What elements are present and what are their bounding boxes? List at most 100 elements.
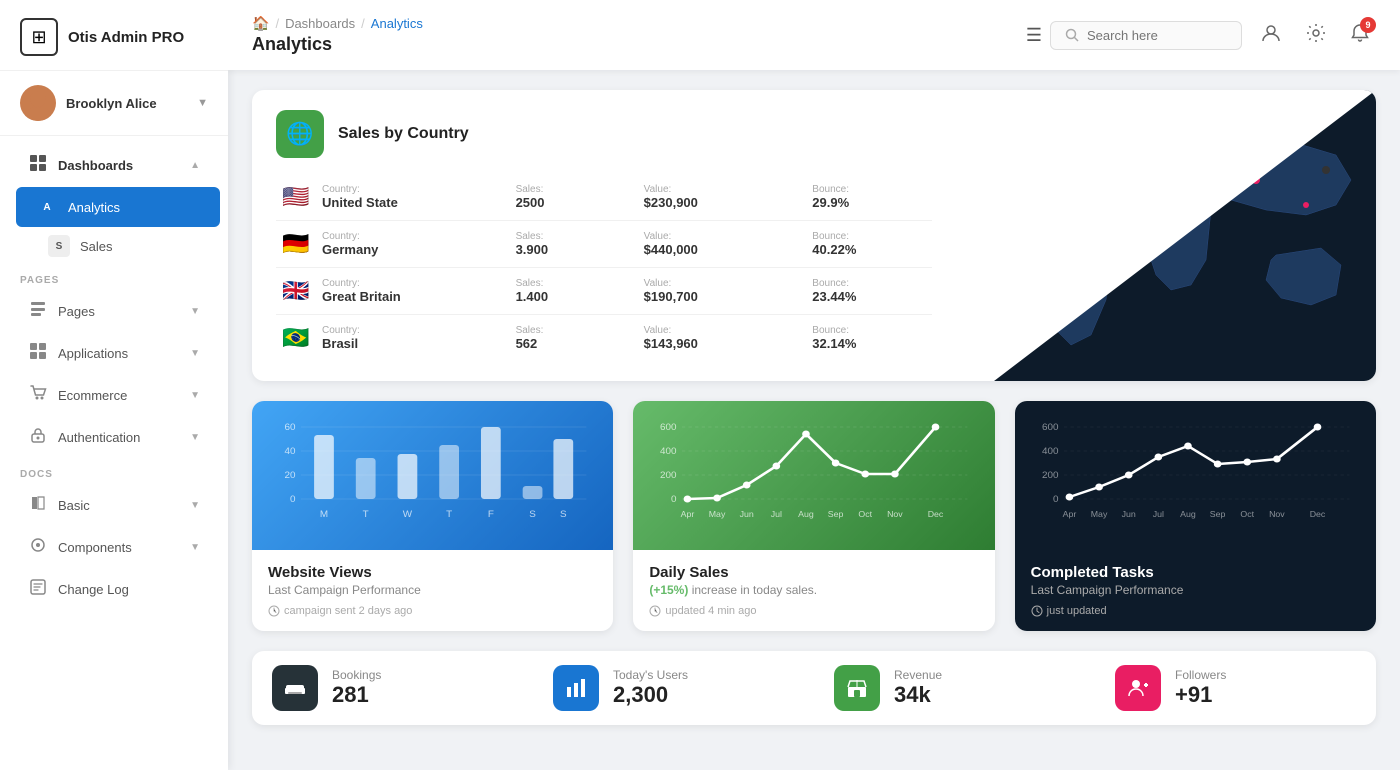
daily-sales-line-svg: 600 400 200 0 — [649, 417, 978, 537]
search-input[interactable] — [1087, 28, 1227, 43]
svg-text:400: 400 — [1042, 446, 1058, 456]
sidebar: ⊞ Otis Admin PRO Brooklyn Alice ▼ Dashbo… — [0, 0, 228, 770]
flag-icon: 🇧🇷 — [282, 325, 309, 350]
svg-text:40: 40 — [284, 446, 295, 456]
pages-icon — [28, 300, 48, 323]
website-views-title: Website Views — [268, 564, 597, 581]
bounce-value: 23.44% — [812, 289, 926, 304]
svg-text:400: 400 — [660, 446, 676, 456]
svg-text:Aug: Aug — [1180, 509, 1196, 519]
sidebar-item-dashboards[interactable]: Dashboards ▲ — [8, 145, 220, 186]
revenue-info: Revenue 34k — [894, 668, 942, 708]
website-views-subtitle: Last Campaign Performance — [268, 583, 597, 597]
website-views-chart: 60 40 20 0 M T — [252, 401, 613, 550]
value-value: $230,900 — [644, 195, 777, 210]
completed-tasks-chart: 600 400 200 0 — [1015, 401, 1376, 550]
country-table: 🇺🇸 Country: United State Sales: 2500 Val… — [276, 174, 932, 361]
user-profile[interactable]: Brooklyn Alice ▼ — [0, 71, 228, 136]
breadcrumb: 🏠 / Dashboards / Analytics — [252, 15, 1006, 32]
sales-dot: S — [48, 235, 70, 257]
hamburger-button[interactable]: ☰ — [1018, 17, 1050, 54]
sidebar-item-sales[interactable]: S Sales — [8, 228, 220, 264]
clock-icon2 — [649, 605, 661, 617]
svg-text:Jun: Jun — [740, 509, 754, 519]
ecommerce-chevron-icon: ▼ — [190, 390, 200, 401]
sidebar-item-components[interactable]: Components ▼ — [8, 527, 220, 568]
svg-text:Jul: Jul — [771, 509, 782, 519]
pages-chevron-icon: ▼ — [190, 306, 200, 317]
sales-card-title: Sales by Country — [338, 125, 469, 143]
svg-text:600: 600 — [1042, 422, 1058, 432]
sales-value: 1.400 — [516, 289, 608, 304]
sales-value: 562 — [516, 336, 608, 351]
sidebar-item-authentication[interactable]: Authentication ▼ — [8, 417, 220, 458]
search-box[interactable] — [1050, 21, 1242, 50]
gear-icon — [1306, 23, 1326, 43]
bounce-value: 29.9% — [812, 195, 926, 210]
breadcrumb-sep2: / — [361, 16, 365, 31]
svg-text:200: 200 — [1042, 470, 1058, 480]
bookings-info: Bookings 281 — [332, 668, 381, 708]
logo-area: ⊞ Otis Admin PRO — [0, 0, 228, 71]
authentication-icon — [28, 426, 48, 449]
bounce-label: Bounce: — [812, 184, 926, 195]
user-icon-button[interactable] — [1254, 16, 1288, 55]
daily-sales-card: 600 400 200 0 — [633, 401, 994, 631]
analytics-dot: A — [36, 196, 58, 218]
sales-globe-icon: 🌐 — [276, 110, 324, 158]
clock-icon3 — [1031, 605, 1043, 617]
flag-icon: 🇬🇧 — [282, 278, 309, 303]
sales-value: 3.900 — [516, 242, 608, 257]
value-label: Value: — [644, 278, 777, 289]
sidebar-item-changelog[interactable]: Change Log — [8, 569, 220, 610]
revenue-stat: Revenue 34k — [814, 651, 1095, 725]
world-map-area — [956, 90, 1376, 381]
ecommerce-icon — [28, 384, 48, 407]
svg-text:Dec: Dec — [928, 509, 944, 519]
notifications-button[interactable]: 9 — [1344, 17, 1376, 54]
settings-icon-button[interactable] — [1300, 17, 1332, 54]
svg-text:Aug: Aug — [798, 509, 814, 519]
table-row: 🇬🇧 Country: Great Britain Sales: 1.400 V… — [276, 268, 932, 315]
sidebar-item-applications[interactable]: Applications ▼ — [8, 333, 220, 374]
sidebar-item-basic[interactable]: Basic ▼ — [8, 485, 220, 526]
website-views-footer: campaign sent 2 days ago — [268, 605, 597, 617]
bar-chart-svg: 60 40 20 0 M T — [268, 417, 597, 537]
applications-icon — [28, 342, 48, 365]
dashboards-label: Dashboards — [58, 158, 180, 173]
country-value: Great Britain — [322, 289, 480, 304]
today-users-info: Today's Users 2,300 — [613, 668, 688, 708]
followers-stat: Followers +91 — [1095, 651, 1376, 725]
svg-text:20: 20 — [284, 470, 295, 480]
sales-label: Sales: — [516, 278, 608, 289]
value-value: $143,960 — [644, 336, 777, 351]
completed-tasks-line-svg: 600 400 200 0 — [1031, 417, 1360, 537]
svg-text:May: May — [709, 509, 726, 519]
svg-text:0: 0 — [290, 494, 295, 504]
value-label: Value: — [644, 231, 777, 242]
revenue-value: 34k — [894, 682, 942, 708]
components-label: Components — [58, 540, 180, 555]
user-chevron-icon: ▼ — [197, 97, 208, 109]
bookings-icon — [272, 665, 318, 711]
sidebar-item-ecommerce[interactable]: Ecommerce ▼ — [8, 375, 220, 416]
completed-tasks-subtitle: Last Campaign Performance — [1031, 583, 1360, 597]
daily-sales-info: Daily Sales (+15%) increase in today sal… — [633, 550, 994, 631]
svg-text:Sep: Sep — [828, 509, 844, 519]
applications-label: Applications — [58, 346, 180, 361]
svg-text:W: W — [403, 509, 412, 519]
sales-table-area: 🌐 Sales by Country 🇺🇸 Country: United St… — [252, 90, 956, 381]
clock-icon — [268, 605, 280, 617]
country-value: Germany — [322, 242, 480, 257]
sidebar-nav: Dashboards ▲ A Analytics S Sales PAGES P… — [0, 136, 228, 770]
daily-sales-footer: updated 4 min ago — [649, 605, 978, 617]
svg-text:T: T — [363, 509, 369, 519]
sidebar-item-pages[interactable]: Pages ▼ — [8, 291, 220, 332]
flag-icon: 🇩🇪 — [282, 231, 309, 256]
components-chevron-icon: ▼ — [190, 542, 200, 553]
sidebar-item-analytics[interactable]: A Analytics — [16, 187, 220, 227]
bookings-value: 281 — [332, 682, 381, 708]
bounce-value: 32.14% — [812, 336, 926, 351]
changelog-icon — [28, 578, 48, 601]
country-label: Country: — [322, 278, 480, 289]
